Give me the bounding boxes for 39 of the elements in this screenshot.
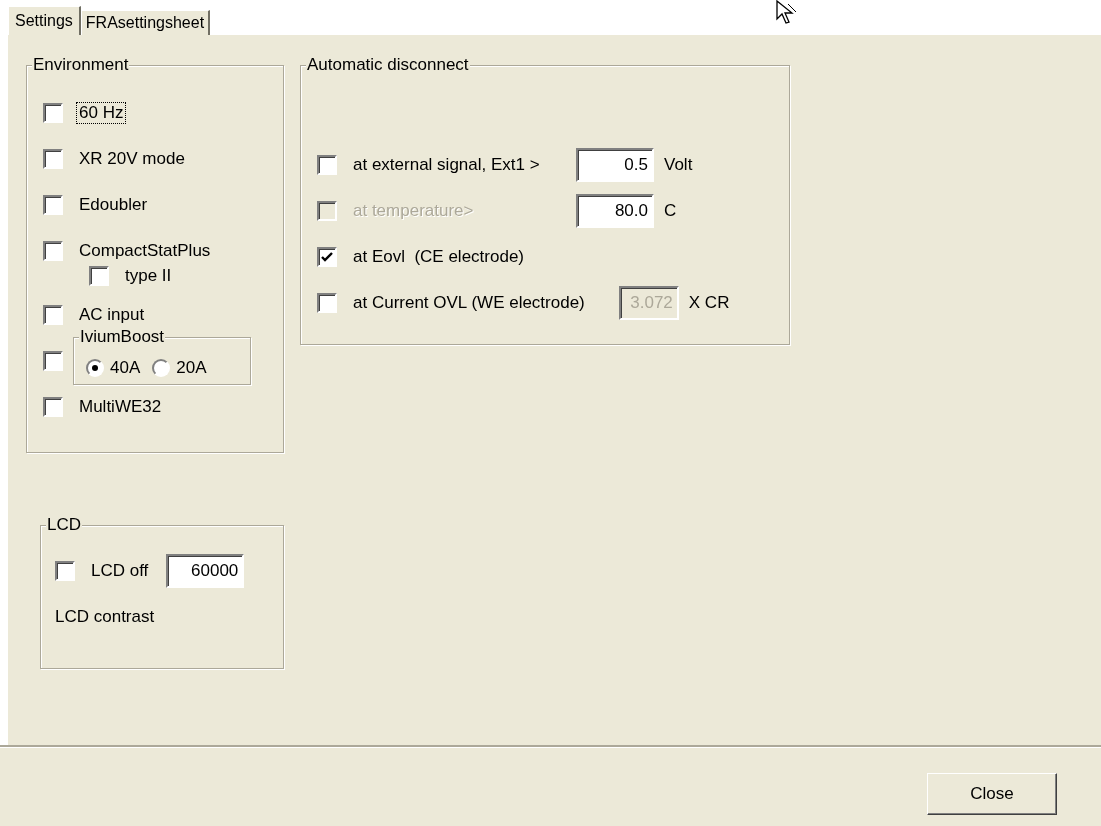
close-button[interactable]: Close (927, 773, 1057, 815)
unit-label: X CR (688, 292, 730, 315)
radio-label: 40A (110, 357, 141, 380)
checkbox-label: at temperature> (352, 201, 475, 221)
checkbox[interactable] (317, 293, 337, 313)
checkbox[interactable] (317, 247, 337, 267)
checkbox-label: type II (124, 266, 173, 286)
checkbox-label: at Current OVL (WE electrode) (352, 293, 586, 313)
checkbox[interactable] (89, 266, 109, 286)
checkbox[interactable] (43, 305, 63, 325)
radio-button[interactable] (86, 359, 104, 377)
label: LCD contrast (55, 606, 156, 628)
checkbox[interactable] (317, 155, 337, 175)
checkbox-label: LCD off (90, 561, 150, 581)
checkbox[interactable] (43, 351, 63, 371)
input-field[interactable]: 60000 (166, 554, 245, 588)
checkbox-label: Edoubler (78, 195, 149, 215)
checkbox[interactable] (43, 241, 63, 261)
radio-dot-icon (92, 365, 98, 371)
checkbox[interactable] (43, 195, 63, 215)
tab[interactable]: Settings (8, 6, 81, 35)
checkbox[interactable] (55, 561, 75, 581)
checkbox-label: at external signal, Ext1 > (352, 155, 541, 175)
tab[interactable]: FRAsettingsheet (80, 10, 211, 35)
checkbox-label: XR 20V mode (78, 149, 186, 169)
radio-button[interactable] (152, 359, 171, 377)
checkbox[interactable] (43, 103, 63, 123)
checkbox-label: at Eovl (CE electrode) (352, 247, 525, 267)
input-field[interactable]: 0.5 (576, 148, 654, 182)
checkbox-label: 60 Hz (77, 103, 126, 123)
checkbox[interactable] (43, 149, 63, 169)
checkbox[interactable] (43, 397, 63, 417)
unit-label: Volt (664, 154, 693, 177)
check-icon (321, 251, 333, 263)
radio-label: 20A (176, 357, 207, 380)
unit-label: C (664, 200, 677, 223)
checkbox-label: AC input (78, 305, 146, 325)
checkbox-label: MultiWE32 (78, 397, 163, 417)
checkbox-label: CompactStatPlus (78, 241, 212, 261)
